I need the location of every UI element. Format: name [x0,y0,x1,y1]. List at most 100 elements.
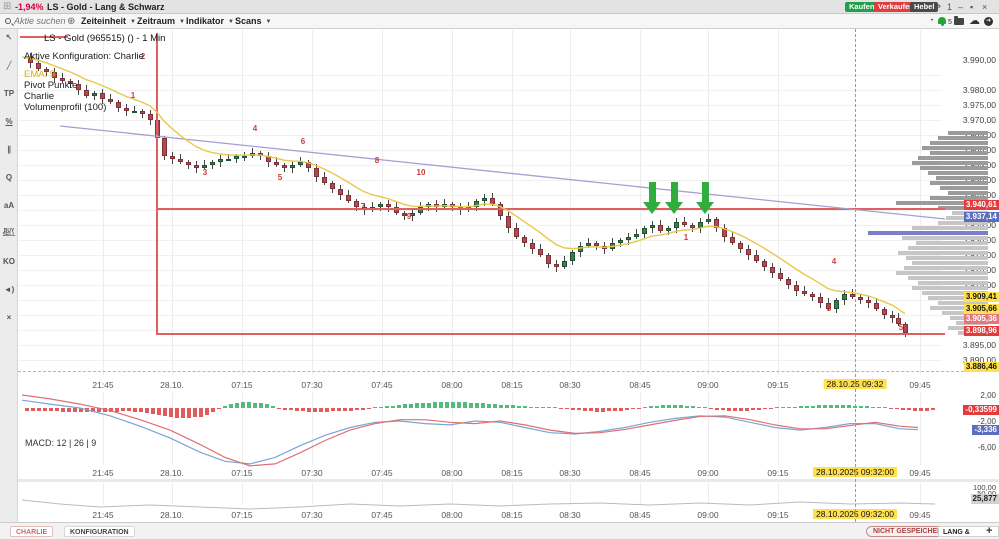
time-tick-label: 09:00 [697,510,718,520]
candle [642,228,647,234]
macd-histogram-bar [91,408,95,412]
audio-tool[interactable]: ◄) [0,285,18,302]
candle [498,204,503,216]
macd-histogram-bar [175,408,179,418]
indicator-value-label: 25,877 [971,494,999,504]
macd-histogram-bar [859,406,863,408]
macd-histogram-bar [727,408,731,411]
candle [386,204,391,207]
macd-histogram-bar [145,408,149,413]
volume-profile-bar [868,231,988,235]
line-tool[interactable]: ╱ [0,61,18,78]
minimize-icon[interactable]: – [958,0,963,14]
gridline-v [778,393,779,465]
candle [354,201,359,207]
gridline-v [312,483,313,505]
bell-icon[interactable] [938,17,946,24]
status-bar: CHARLIE KONFIGURATION NICHT GESPEICHERT … [0,522,999,539]
ko-tool[interactable]: KO [0,257,18,274]
time-tick-label: 07:15 [231,380,252,390]
close-icon[interactable]: × [982,0,987,14]
cloud-icon[interactable]: ☁ [969,15,980,28]
macd-tick-label: 2,00 [946,391,996,400]
candle [786,279,791,285]
dropdown-scans[interactable]: Scans▼ [235,14,271,30]
tab-konfiguration[interactable]: KONFIGURATION [64,526,135,537]
tab-charlie[interactable]: CHARLIE [10,526,53,537]
dropdown-zeiteinheit[interactable]: Zeiteinheit▼ [81,14,136,30]
volume-profile-bar [948,131,988,135]
time-tick-label: 09:00 [697,468,718,478]
macd-histogram-bar [787,407,791,408]
time-tick-label: 08:30 [559,510,580,520]
candle [674,222,679,228]
chevron-down-icon: ▼ [179,19,185,25]
cursor-tool[interactable]: ↖ [0,33,18,50]
candle [530,243,535,249]
close-tool[interactable]: × [0,313,18,330]
macd-histogram-bar [565,408,569,409]
popup-icon[interactable]: ⇗ [934,0,942,14]
candle [754,255,759,261]
candle [746,249,751,255]
macd-histogram-bar [547,407,551,408]
volume-profile-bar [930,141,988,145]
macd-panel[interactable] [18,392,999,466]
change-percent: -1,94% [15,0,44,14]
sync-arrow-icon[interactable]: ➜ [984,17,993,26]
pivot-number: 10 [417,168,426,177]
candle [210,162,215,165]
macd-histogram-bar [193,408,197,417]
candle [602,246,607,249]
drawing-tool-sidebar: ↖ ╱ TP% ∥ QaA BUYSELL KO ◄) × [0,29,18,522]
macd-histogram-bar [235,403,239,408]
time-tick-label: 07:45 [371,510,392,520]
pivot-dashed-level-line [18,371,999,372]
macd-histogram-bar [823,405,827,408]
pivot-number: 7 [361,202,365,211]
macd-histogram-bar [217,408,221,409]
signal-arrow-down-icon [671,182,678,202]
buy-sell-tool[interactable]: BUYSELL [0,229,18,246]
globe-icon[interactable]: ⊕ [67,14,75,29]
candle [890,315,895,318]
macd-histogram-bar [49,408,53,411]
zoom-tool[interactable]: Q [0,173,18,190]
folder-icon[interactable] [954,18,964,25]
pivot-number: 4 [253,124,257,133]
time-tick-label: 09:45 [909,380,930,390]
candle [378,204,383,207]
candle [218,159,223,162]
chevron-down-icon: ▼ [266,19,272,25]
macd-histogram-bar [493,404,497,408]
macd-histogram-bar [391,406,395,408]
candle [866,300,871,303]
volume-profile-bar [898,251,988,255]
macd-histogram-bar [619,408,623,411]
gridline-v [708,483,709,505]
volume-profile-bar [918,281,988,285]
move-grip-icon[interactable]: + [986,525,992,537]
window-count[interactable]: 1 [947,0,952,14]
macd-histogram-bar [511,405,515,408]
dropdown-indikator[interactable]: Indikator▼ [186,14,234,30]
macd-histogram-bar [67,408,71,412]
parallel-lines-tool[interactable]: ∥ [0,145,18,162]
window-grid-icon[interactable]: ⊞ [3,0,11,14]
macd-histogram-bar [79,408,83,412]
text-tool[interactable]: aA [0,201,18,218]
tp-tool[interactable]: TP [0,89,18,106]
time-axis-main: 21:4528.10.07:1507:3007:4508:0008:1508:3… [18,376,999,392]
candle [818,297,823,303]
pivot-number: 9 [407,212,411,221]
percent-tool[interactable]: % [0,117,18,134]
macd-histogram-bar [355,408,359,410]
candle [290,165,295,168]
time-tick-label: 21:45 [92,510,113,520]
dropdown-zeitraum[interactable]: Zeitraum▼ [137,14,185,30]
pin-icon[interactable]: ▪ [970,0,973,14]
indicator-panel[interactable] [18,482,999,506]
volume-profile-bar [902,236,988,240]
macd-histogram-bar [127,408,131,411]
candle [266,156,271,162]
